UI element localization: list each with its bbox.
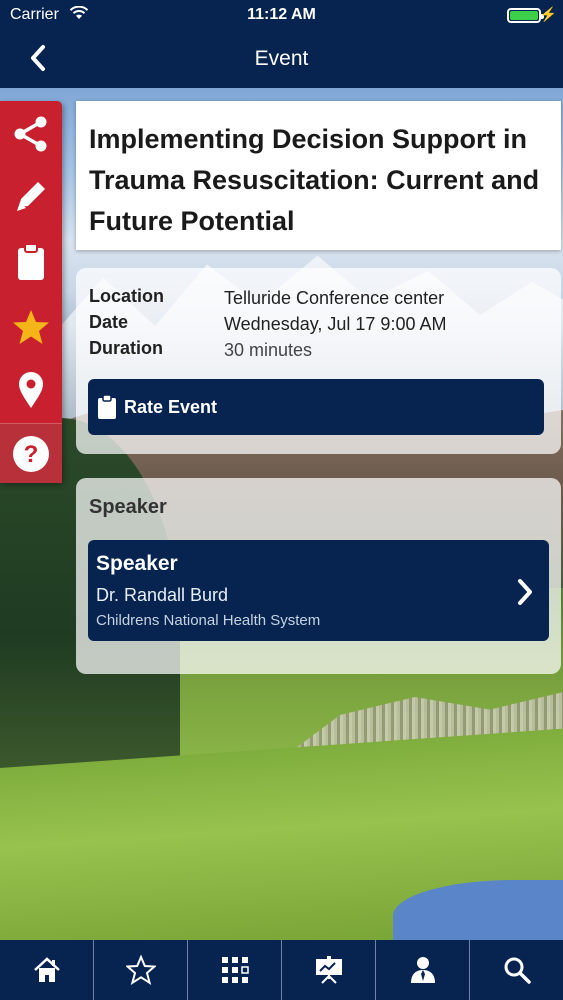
event-title: Implementing Decision Support in Trauma …	[89, 124, 540, 236]
presentation-icon	[315, 956, 342, 984]
tab-home[interactable]	[0, 940, 94, 1000]
navigation-bar: Event	[0, 30, 563, 88]
speaker-role: Speaker	[96, 552, 178, 575]
star-icon	[13, 310, 49, 344]
tab-search[interactable]	[470, 940, 563, 1000]
clipboard-button[interactable]	[0, 233, 62, 291]
action-rail: ?	[0, 101, 62, 483]
location-pin-icon	[19, 372, 43, 408]
tab-speakers[interactable]	[376, 940, 470, 1000]
clipboard-icon	[98, 394, 116, 419]
speaker-section-heading: Speaker	[89, 496, 167, 518]
home-icon	[33, 957, 60, 982]
share-icon	[14, 116, 47, 152]
tab-sessions[interactable]	[282, 940, 376, 1000]
rate-event-button[interactable]: Rate Event	[88, 379, 544, 435]
tab-bar	[0, 940, 563, 1000]
charging-icon: ⚡	[539, 6, 557, 22]
tab-schedule[interactable]	[188, 940, 282, 1000]
date-label: Date	[89, 312, 129, 332]
speaker-name: Dr. Randall Burd	[96, 585, 229, 605]
rate-event-label: Rate Event	[124, 396, 218, 417]
battery-icon	[507, 8, 544, 23]
location-label: Location	[89, 286, 164, 306]
speaker-list-item[interactable]: Speaker Dr. Randall Burd Childrens Natio…	[88, 540, 549, 641]
person-icon	[410, 957, 435, 983]
grid-icon	[221, 957, 249, 983]
share-button[interactable]	[0, 105, 62, 163]
location-value: Telluride Conference center	[224, 288, 445, 308]
location-button[interactable]	[0, 361, 62, 419]
event-details-card: Location Telluride Conference center Dat…	[76, 268, 561, 454]
help-button[interactable]: ?	[0, 423, 62, 483]
speaker-organization: Childrens National Health System	[96, 612, 321, 629]
clipboard-icon	[18, 243, 44, 280]
duration-value: 30 minutes	[224, 340, 313, 360]
help-icon: ?	[13, 435, 49, 472]
svg-text:?: ?	[24, 441, 39, 468]
tab-favorites[interactable]	[94, 940, 188, 1000]
status-bar: Carrier 11:12 AM ⚡	[0, 0, 563, 30]
favorite-button[interactable]	[0, 298, 62, 356]
page-title: Event	[254, 47, 309, 70]
event-title-card: Implementing Decision Support in Trauma …	[76, 101, 561, 250]
chevron-right-icon	[518, 579, 532, 605]
duration-label: Duration	[89, 338, 163, 358]
search-icon	[504, 957, 531, 984]
speaker-section: Speaker Speaker Dr. Randall Burd Childre…	[76, 478, 561, 674]
date-value: Wednesday, Jul 17 9:00 AM	[224, 314, 447, 334]
edit-note-button[interactable]	[0, 167, 62, 225]
pencil-icon	[17, 182, 45, 211]
clock: 11:12 AM	[247, 6, 316, 23]
star-outline-icon	[125, 955, 156, 985]
